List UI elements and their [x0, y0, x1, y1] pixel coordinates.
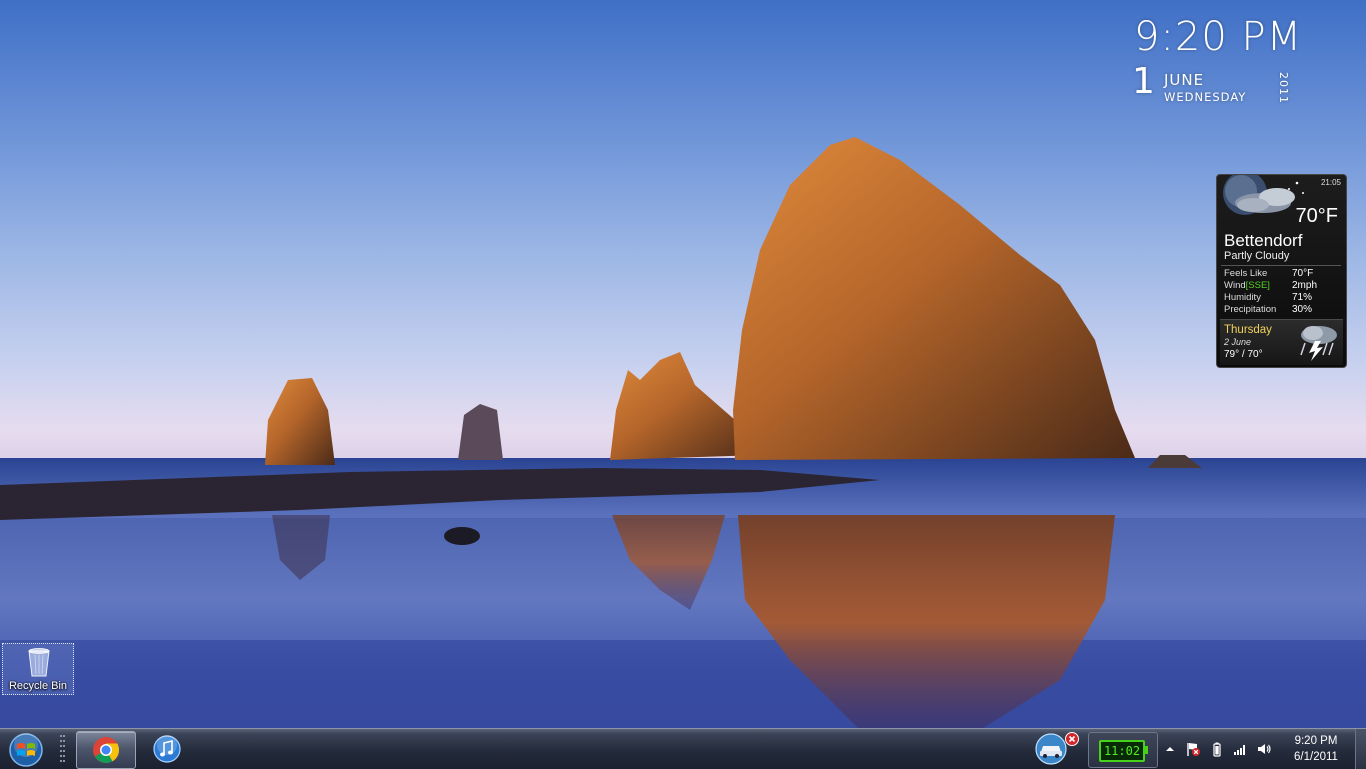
chrome-icon [93, 737, 120, 763]
battery-meter-text: 11:02 [1103, 744, 1141, 758]
volume-icon[interactable] [1256, 741, 1272, 757]
forecast-temps: 79° / 70° [1224, 349, 1263, 360]
battery-nub [1145, 746, 1148, 754]
network-signal-icon[interactable] [1232, 741, 1248, 757]
taskbar-clock-time: 9:20 PM [1294, 735, 1338, 747]
recycle-bin-shortcut[interactable]: Recycle Bin [2, 643, 74, 695]
show-desktop-button[interactable] [1355, 729, 1366, 769]
taskbar-clock[interactable]: 9:20 PM 6/1/2011 [1282, 733, 1350, 765]
wallpaper-scene [0, 137, 1366, 730]
wind-value: 2mph [1292, 280, 1318, 291]
taskbar-chrome-button[interactable] [76, 731, 136, 769]
clock-time: 9:20 PM [1134, 14, 1303, 60]
clock-month: JUNE [1164, 71, 1205, 89]
recycle-bin-icon [28, 648, 50, 677]
precipitation-label: Precipitation [1224, 304, 1277, 315]
forecast-day: Thursday [1224, 324, 1272, 336]
weather-divider [1221, 265, 1341, 266]
close-badge-icon[interactable] [1065, 732, 1079, 746]
action-center-flag-icon[interactable] [1185, 741, 1201, 757]
taskbar-grip[interactable] [58, 733, 66, 765]
show-hidden-icons-chevron[interactable] [1162, 741, 1178, 757]
wind-label-row: Wind[SSE] [1224, 280, 1270, 291]
weather-city: Bettendorf [1224, 231, 1303, 250]
thunderstorm-icon [1300, 326, 1337, 361]
feels-like-label: Feels Like [1224, 268, 1268, 279]
desktop-wallpaper [0, 0, 1366, 768]
feels-like-value: 70°F [1292, 268, 1314, 279]
taskbar-itunes-button[interactable] [138, 731, 196, 767]
weather-condition: Partly Cloudy [1224, 250, 1290, 262]
taskbar-clock-date: 6/1/2011 [1294, 751, 1338, 763]
power-icon[interactable] [1209, 741, 1225, 757]
recycle-bin-label: Recycle Bin [8, 680, 68, 692]
humidity-label: Humidity [1224, 292, 1261, 303]
weather-update-time: 21:05 [1320, 178, 1341, 187]
windows-start-orb-icon[interactable] [6, 731, 46, 769]
clock-weekday: WEDNESDAY [1164, 90, 1247, 104]
forecast-date: 2 June [1224, 337, 1252, 347]
wind-direction: [SSE] [1245, 280, 1270, 291]
battery-meter-widget[interactable]: 11:02 [1088, 732, 1158, 768]
weather-gadget[interactable]: 21:05 70°F Bettendorf Partly Cloudy Feel… [1216, 174, 1347, 368]
clock-year: 2011 [1277, 72, 1290, 104]
weather-temperature: 70°F [1295, 205, 1338, 227]
taskbar: 11:02 9:20 PM 6/1/2011 [0, 728, 1366, 769]
battery-meter-icon: 11:02 [1099, 740, 1145, 762]
clock-gadget[interactable]: 9:20 PM 1 JUNE WEDNESDAY 2011 [1130, 14, 1310, 104]
wind-label: Wind [1224, 280, 1246, 291]
humidity-value: 71% [1292, 292, 1313, 303]
precipitation-value: 30% [1292, 304, 1313, 315]
clock-day: 1 [1132, 61, 1155, 102]
itunes-icon [153, 735, 181, 763]
